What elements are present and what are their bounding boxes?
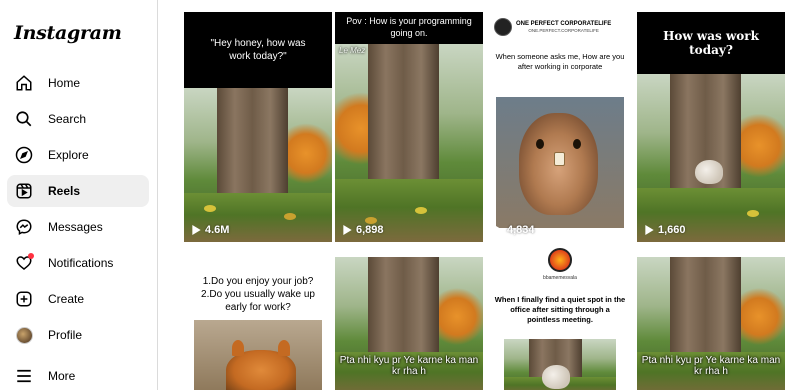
reel-tile[interactable]: How was work today? 1,660 <box>637 12 785 242</box>
instagram-logo[interactable]: Instagram <box>14 22 122 44</box>
sidebar-item-label: Notifications <box>48 256 114 270</box>
reel-tile[interactable]: Pta nhi kyu pr Ye karne ka man kr rha h <box>335 257 483 390</box>
sidebar-item-label: Profile <box>48 328 83 342</box>
watermark: Le Mez <box>339 46 366 55</box>
reels-icon <box>15 182 33 200</box>
app: Instagram Home Search Explore Reels Mess… <box>0 0 800 390</box>
reel-tile[interactable]: bbamemesvala When I finally find a quiet… <box>486 245 634 390</box>
reel-thumbnail <box>335 44 483 242</box>
reel-caption: "Hey honey, how was work today?" <box>184 12 332 88</box>
sidebar-item-label: Create <box>48 292 85 306</box>
reel-overlay-text: Pta nhi kyu pr Ye karne ka man kr rha h <box>339 355 479 377</box>
reel-thumbnail <box>504 339 616 390</box>
view-count-text: 1,660 <box>658 224 686 236</box>
sidebar-item-label: Home <box>48 76 81 90</box>
reel-handle: bbamemesvala <box>543 275 577 281</box>
brand-row: ONE PERFECT CORPORATELIFE ONE.PERFECT.CO… <box>494 18 611 36</box>
play-icon <box>494 225 503 235</box>
reel-thumbnail <box>496 97 624 228</box>
reel-thumbnail <box>637 74 785 242</box>
view-count: 4,834 <box>494 224 535 236</box>
reel-caption: 1.Do you enjoy your job? 2.Do you usuall… <box>184 245 332 320</box>
reel-tile[interactable]: "Hey honey, how was work today?" 4.6M <box>184 12 332 242</box>
reel-tile[interactable]: Pov : How is your programming going on. … <box>335 12 483 242</box>
avatar-icon <box>15 326 33 344</box>
brand-name: ONE PERFECT CORPORATELIFE <box>516 21 612 28</box>
view-count: 4.6M <box>192 224 229 236</box>
sidebar-item-label: More <box>48 369 76 383</box>
view-count: 6,898 <box>343 224 384 236</box>
sidebar-item-label: Explore <box>48 148 89 162</box>
sidebar-item-profile[interactable]: Profile <box>7 319 149 351</box>
heart-icon <box>15 253 34 272</box>
play-icon <box>645 225 654 235</box>
search-icon <box>15 110 33 128</box>
sidebar-item-home[interactable]: Home <box>7 67 149 99</box>
reel-caption: When I finally find a quiet spot in the … <box>494 295 626 325</box>
brand-handle: ONE.PERFECT.CORPORATELIFE <box>528 27 599 33</box>
reel-thumbnail <box>184 88 332 242</box>
meme-logo <box>548 248 572 272</box>
sidebar-item-search[interactable]: Search <box>7 103 149 135</box>
reel-header: bbamemesvala When I finally find a quiet… <box>486 245 634 341</box>
reel-header: ONE PERFECT CORPORATELIFE ONE.PERFECT.CO… <box>486 12 634 102</box>
view-count: 1,660 <box>645 224 686 236</box>
sidebar-item-label: Reels <box>48 184 81 198</box>
reel-caption: How was work today? <box>637 12 785 74</box>
sidebar-item-reels[interactable]: Reels <box>7 175 149 207</box>
menu-icon <box>15 367 33 385</box>
reel-tile[interactable]: 1.Do you enjoy your job? 2.Do you usuall… <box>184 245 332 390</box>
sidebar-item-notifications[interactable]: Notifications <box>7 247 149 279</box>
messenger-icon <box>15 218 33 236</box>
home-icon <box>15 74 33 92</box>
view-count-text: 4.6M <box>205 224 230 236</box>
sidebar-item-explore[interactable]: Explore <box>7 139 149 171</box>
play-icon <box>343 225 352 235</box>
reel-thumbnail <box>194 320 322 390</box>
sidebar: Instagram Home Search Explore Reels Mess… <box>0 0 158 390</box>
plus-square-icon <box>15 290 33 308</box>
play-icon <box>192 225 201 235</box>
reels-grid: "Hey honey, how was work today?" 4.6M Po… <box>184 12 785 390</box>
notification-badge <box>28 253 34 259</box>
sidebar-item-label: Messages <box>48 220 103 234</box>
sidebar-item-label: Search <box>48 112 87 126</box>
reel-tile[interactable]: Pta nhi kyu pr Ye karne ka man kr rha h <box>637 257 785 390</box>
avatar <box>15 326 33 344</box>
view-count-text: 6,898 <box>356 224 384 236</box>
reel-overlay-text: Pta nhi kyu pr Ye karne ka man kr rha h <box>641 355 781 377</box>
sidebar-item-messages[interactable]: Messages <box>7 211 149 243</box>
compass-icon <box>15 146 33 164</box>
sidebar-item-create[interactable]: Create <box>7 283 149 315</box>
reel-tile[interactable]: ONE PERFECT CORPORATELIFE ONE.PERFECT.CO… <box>486 12 634 242</box>
sidebar-item-more[interactable]: More <box>7 360 149 390</box>
brand-logo <box>494 18 512 36</box>
reel-caption: Pov : How is your programming going on. <box>335 12 483 44</box>
view-count-text: 4,834 <box>507 224 535 236</box>
reel-caption: When someone asks me, How are you after … <box>495 52 625 72</box>
